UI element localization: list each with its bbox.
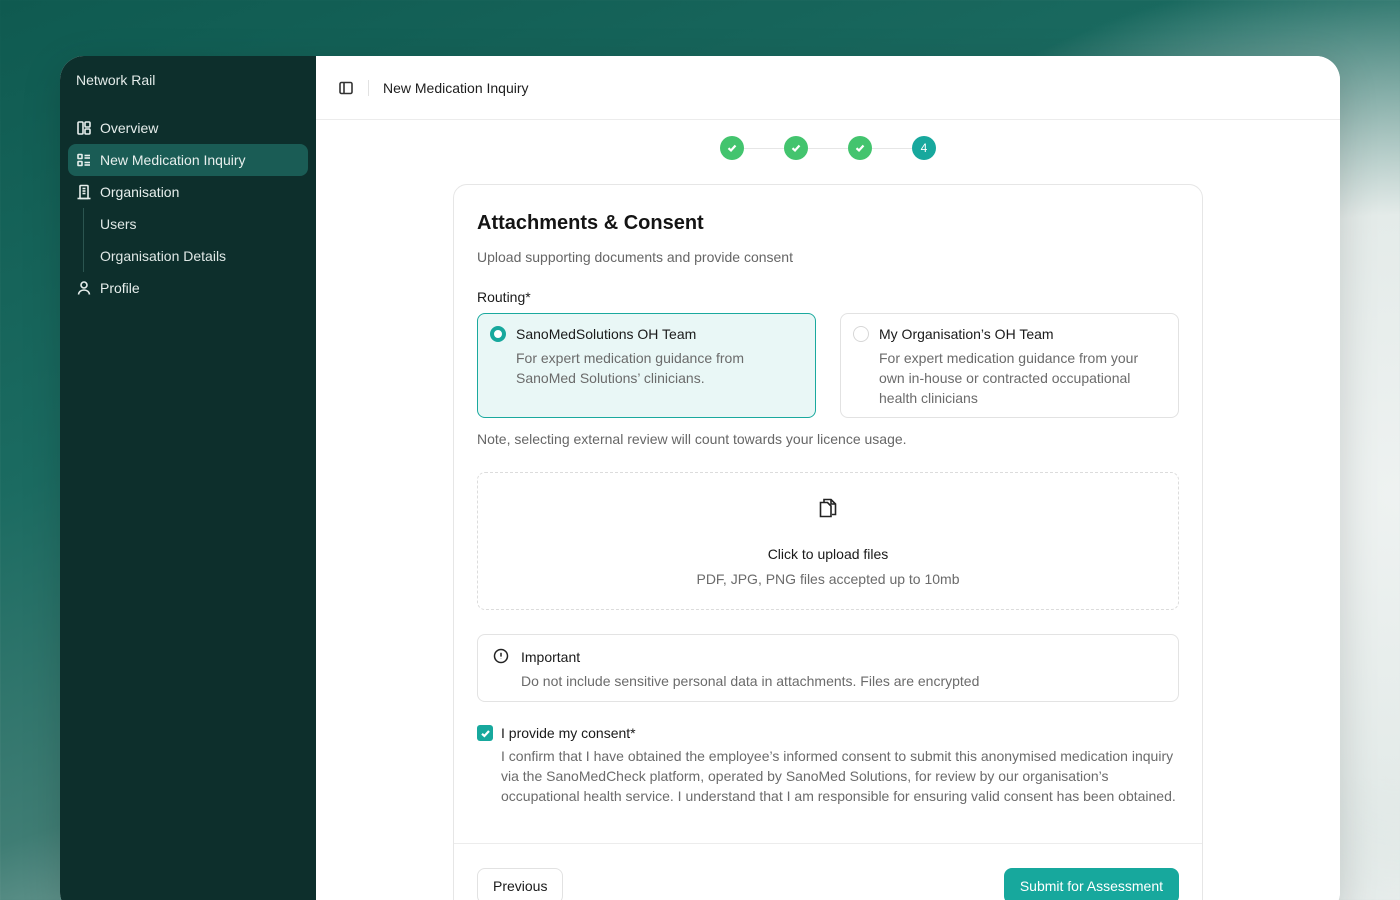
previous-button[interactable]: Previous bbox=[477, 868, 564, 900]
routing-option-sanomed[interactable]: SanoMedSolutions OH Team For expert medi… bbox=[477, 313, 816, 418]
routing-option-title: My Organisation’s OH Team bbox=[879, 326, 1054, 342]
consent-checkbox[interactable] bbox=[477, 725, 493, 741]
important-text: Do not include sensitive personal data i… bbox=[521, 673, 980, 689]
submit-button[interactable]: Submit for Assessment bbox=[1003, 868, 1179, 900]
form-footer: Previous Submit for Assessment bbox=[454, 843, 1202, 900]
form-card: Attachments & Consent Upload supporting … bbox=[453, 184, 1203, 900]
consent-label[interactable]: I provide my consent* bbox=[501, 724, 1177, 742]
routing-label: Routing* bbox=[477, 289, 531, 305]
sidebar-item-label: Profile bbox=[100, 280, 140, 296]
step-1-complete bbox=[720, 136, 744, 160]
step-connector bbox=[872, 147, 912, 149]
routing-option-description: For expert medication guidance from Sano… bbox=[516, 350, 744, 386]
main-content: New Medication Inquiry 4 Attachments & C… bbox=[316, 56, 1340, 900]
sidebar-item-users[interactable]: Users bbox=[100, 208, 308, 240]
sidebar-toggle-icon[interactable] bbox=[338, 80, 354, 96]
routing-options: SanoMedSolutions OH Team For expert medi… bbox=[477, 313, 1179, 418]
step-4-current: 4 bbox=[912, 136, 936, 160]
user-icon bbox=[76, 280, 92, 296]
files-icon bbox=[818, 497, 838, 524]
consent-section: I provide my consent* I confirm that I h… bbox=[477, 724, 1179, 806]
important-title: Important bbox=[521, 649, 581, 665]
step-3-complete bbox=[848, 136, 872, 160]
building-icon bbox=[76, 184, 92, 200]
org-name: Network Rail bbox=[76, 72, 156, 88]
sidebar-item-organisation-details[interactable]: Organisation Details bbox=[100, 240, 308, 272]
step-2-complete bbox=[784, 136, 808, 160]
upload-title: Click to upload files bbox=[767, 546, 889, 562]
check-icon bbox=[855, 144, 865, 153]
upload-hint: PDF, JPG, PNG files accepted up to 10mb bbox=[696, 571, 960, 587]
sidebar-item-label: Overview bbox=[100, 120, 159, 136]
check-icon bbox=[480, 729, 490, 738]
radio-selected[interactable] bbox=[490, 326, 506, 342]
sidebar-item-new-medication-inquiry[interactable]: New Medication Inquiry bbox=[68, 144, 308, 176]
step-connector bbox=[808, 147, 848, 149]
app-window: Network Rail Overview New Medication Inq… bbox=[60, 56, 1340, 900]
file-upload-dropzone[interactable]: Click to upload files PDF, JPG, PNG file… bbox=[477, 472, 1179, 610]
divider bbox=[368, 79, 369, 96]
routing-note: Note, selecting external review will cou… bbox=[477, 431, 907, 447]
form-title: Attachments & Consent bbox=[477, 212, 704, 234]
important-notice: Important Do not include sensitive perso… bbox=[477, 634, 1179, 702]
list-icon bbox=[76, 152, 92, 168]
check-icon bbox=[791, 144, 801, 153]
sidebar-subnav: Users Organisation Details bbox=[83, 208, 308, 272]
stepper: 4 bbox=[316, 136, 1340, 160]
routing-option-my-organisation[interactable]: My Organisation’s OH Team For expert med… bbox=[840, 313, 1179, 418]
routing-option-description: For expert medication guidance from your… bbox=[879, 350, 1139, 406]
check-icon bbox=[727, 144, 737, 153]
sidebar-item-overview[interactable]: Overview bbox=[68, 112, 308, 144]
topbar: New Medication Inquiry bbox=[316, 56, 1340, 120]
page-title: New Medication Inquiry bbox=[383, 79, 529, 96]
radio-unselected[interactable] bbox=[853, 326, 869, 342]
sidebar-item-organisation[interactable]: Organisation bbox=[68, 176, 308, 208]
info-circle-icon bbox=[493, 648, 509, 688]
sidebar: Network Rail Overview New Medication Inq… bbox=[60, 56, 316, 900]
consent-text: I confirm that I have obtained the emplo… bbox=[501, 748, 1176, 804]
sidebar-item-label: Organisation bbox=[100, 184, 180, 200]
form-subtitle: Upload supporting documents and provide … bbox=[477, 249, 793, 265]
routing-option-title: SanoMedSolutions OH Team bbox=[516, 326, 697, 342]
sidebar-item-profile[interactable]: Profile bbox=[68, 272, 308, 304]
dashboard-icon bbox=[76, 120, 92, 136]
step-connector bbox=[744, 147, 784, 149]
sidebar-item-label: New Medication Inquiry bbox=[100, 152, 246, 168]
